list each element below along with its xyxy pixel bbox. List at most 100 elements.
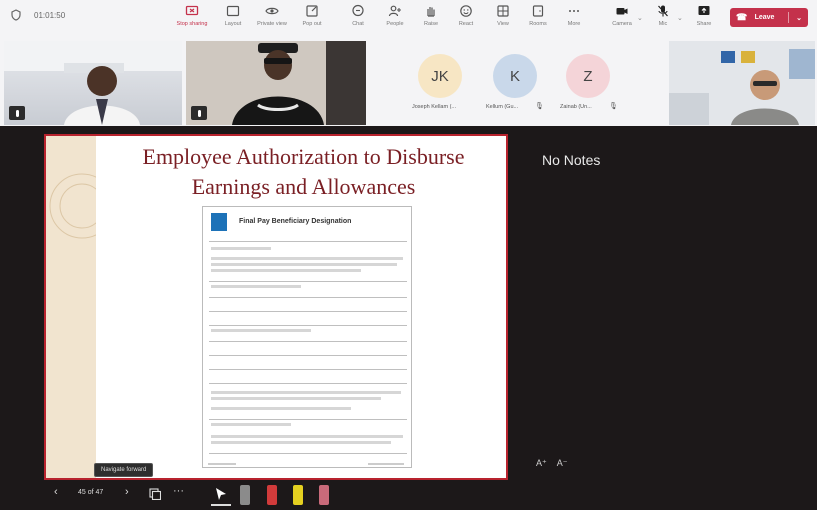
form-text-line <box>211 423 291 426</box>
increase-font-button[interactable]: A⁺ <box>536 458 547 469</box>
form-rule <box>209 383 407 384</box>
eraser-icon[interactable] <box>319 485 329 505</box>
participant-video-image <box>186 41 366 125</box>
mic-options-chevron-icon[interactable]: ⌄ <box>677 14 683 22</box>
mic-status-icon <box>191 106 207 120</box>
red-pen-icon[interactable] <box>267 485 277 505</box>
raise-hand-button[interactable]: Raise <box>414 4 448 27</box>
next-slide-icon[interactable]: › <box>125 486 129 498</box>
form-rule <box>209 325 407 326</box>
laser-pointer-icon[interactable] <box>214 487 228 501</box>
form-text-line <box>211 435 403 438</box>
form-rule <box>209 341 407 342</box>
slide-decorative-band <box>46 136 115 478</box>
form-text-line <box>211 247 271 250</box>
phone-hangup-icon: ☎ <box>736 12 748 22</box>
react-icon <box>460 5 472 17</box>
participant-avatar[interactable]: K <box>493 54 537 98</box>
leave-button[interactable]: ☎ Leave ⌄ <box>730 8 808 27</box>
leave-label: Leave <box>754 14 775 21</box>
form-rule <box>209 355 407 356</box>
participant-name: Kellum (Gu... <box>486 104 519 110</box>
pop-out-button[interactable]: Pop out <box>295 4 329 27</box>
form-rule <box>209 281 407 282</box>
form-rule <box>209 297 407 298</box>
rooms-icon <box>532 5 544 17</box>
decrease-font-button[interactable]: A⁻ <box>557 458 568 469</box>
form-text-line <box>211 397 381 400</box>
form-rule <box>209 453 407 454</box>
participant-video-image <box>669 41 815 125</box>
chat-icon <box>352 4 364 17</box>
mic-muted-icon: 🎙 <box>535 103 544 110</box>
slide-footer-text <box>208 463 236 465</box>
layout-icon <box>226 5 240 17</box>
previous-slide-icon[interactable]: ‹ <box>54 486 58 498</box>
private-view-button[interactable]: Private view <box>255 4 289 27</box>
more-button[interactable]: More <box>557 4 591 27</box>
slide-overview-icon[interactable] <box>149 488 161 500</box>
participant-avatar[interactable]: JK <box>418 54 462 98</box>
stop-sharing-button[interactable]: Stop sharing <box>175 4 209 27</box>
slide-title: Employee Authorization to Disburse Earni… <box>142 144 465 199</box>
mic-status-icon <box>9 106 25 120</box>
more-icon <box>569 10 579 12</box>
form-text-line <box>211 329 311 332</box>
stop-sharing-icon <box>185 5 199 16</box>
highlighter-icon[interactable] <box>293 485 303 505</box>
camera-button[interactable]: Camera <box>605 4 639 27</box>
form-text-line <box>211 263 397 266</box>
form-text-line <box>211 257 403 260</box>
chat-button[interactable]: Chat <box>341 4 375 27</box>
people-icon <box>388 5 401 17</box>
form-logo-icon <box>211 213 227 231</box>
active-tool-indicator <box>211 504 231 506</box>
people-button[interactable]: People <box>378 4 412 27</box>
notes-font-controls: A⁺ A⁻ <box>536 458 568 469</box>
form-document-image: Final Pay Beneficiary Designation <box>202 206 412 468</box>
share-button[interactable]: Share <box>687 4 721 27</box>
pop-out-icon <box>306 5 318 17</box>
slide-footer-text <box>368 463 404 465</box>
timer-text: 01:01:50 <box>34 10 66 20</box>
form-rule <box>209 419 407 420</box>
presentation-slide: Employee Authorization to Disburse Earni… <box>44 134 508 480</box>
view-icon <box>497 5 509 17</box>
slide-counter: 45 of 47 <box>78 489 104 496</box>
meeting-timer: 01:01:50 <box>10 9 65 21</box>
form-text-line <box>211 285 301 288</box>
form-text-line <box>211 441 391 444</box>
participant-video-image <box>4 41 182 125</box>
form-text-line <box>211 407 351 410</box>
form-rule <box>209 311 407 312</box>
more-options-icon[interactable]: ··· <box>173 485 184 497</box>
share-icon <box>698 6 710 15</box>
react-button[interactable]: React <box>449 4 483 27</box>
leave-divider <box>787 12 789 23</box>
layout-button[interactable]: Layout <box>216 4 250 27</box>
camera-icon <box>616 8 628 15</box>
participant-name: Joseph Kellam (... <box>412 104 457 110</box>
form-text-line <box>211 269 361 272</box>
mic-muted-icon: 🎙 <box>609 103 618 110</box>
shield-icon <box>11 9 21 21</box>
camera-options-chevron-icon[interactable]: ⌄ <box>637 14 643 22</box>
form-rule <box>209 241 407 242</box>
meeting-toolbar: 01:01:50 Stop sharing Layout Private vie… <box>0 0 817 38</box>
participant-video-tile[interactable] <box>186 41 366 125</box>
participant-name: Zainab (Un... <box>560 104 592 110</box>
raise-hand-icon <box>427 7 435 17</box>
slide-decoration <box>49 173 115 239</box>
leave-options-chevron-icon[interactable]: ⌄ <box>796 14 802 22</box>
mic-button[interactable]: Mic <box>646 4 680 27</box>
participant-video-tile[interactable] <box>4 41 182 125</box>
view-button[interactable]: View <box>486 4 520 27</box>
form-heading: Final Pay Beneficiary Designation <box>239 218 352 225</box>
teams-meeting-window: 01:01:50 Stop sharing Layout Private vie… <box>0 0 817 510</box>
navigate-forward-tooltip: Navigate forward <box>94 463 154 477</box>
participant-video-tile[interactable] <box>669 41 815 125</box>
rooms-button[interactable]: Rooms <box>521 4 555 27</box>
pen-tool-icon[interactable] <box>240 485 250 505</box>
participant-avatar[interactable]: Z <box>566 54 610 98</box>
speaker-notes: No Notes <box>542 152 601 168</box>
